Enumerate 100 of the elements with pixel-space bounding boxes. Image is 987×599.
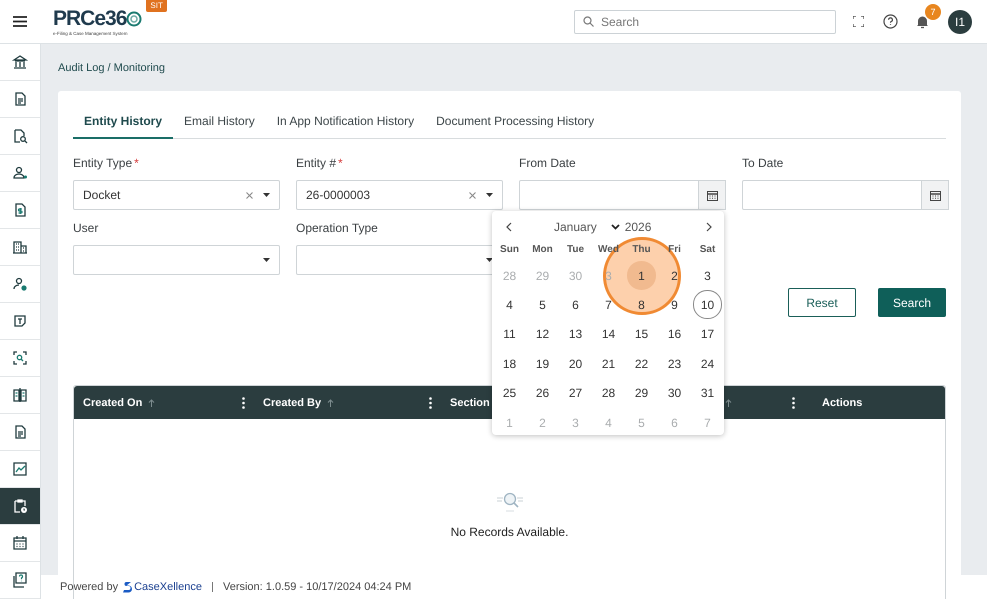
month-select[interactable]: January <box>554 220 597 234</box>
calendar-day[interactable]: 6 <box>559 290 592 320</box>
book-icon <box>12 387 28 403</box>
column-menu-icon[interactable] <box>792 396 795 408</box>
version-text: Version: 1.0.59 - 10/17/2024 04:24 PM <box>222 581 412 593</box>
search-icon <box>583 16 594 26</box>
powered-by-label: Powered by <box>60 581 118 593</box>
field-label: To Date <box>742 156 784 170</box>
menu-icon <box>13 16 27 27</box>
sort-arrow-icon[interactable] <box>725 398 732 406</box>
calendar-day[interactable]: 28 <box>592 378 625 408</box>
column-menu-icon[interactable] <box>242 396 245 408</box>
weekday-label: Mon <box>531 243 554 257</box>
help-icon <box>882 14 898 29</box>
calendar-day[interactable]: 31 <box>691 378 724 408</box>
chart-icon <box>12 461 28 477</box>
column-header[interactable]: Section <box>450 396 490 408</box>
date-input-field[interactable] <box>742 180 922 210</box>
weekday-label: Thu <box>631 243 652 257</box>
people-icon <box>12 165 28 181</box>
field-label: From Date <box>519 156 576 170</box>
calendar-day[interactable]: 25 <box>493 378 526 408</box>
calendar-day[interactable]: 30 <box>658 378 691 408</box>
calendar-day[interactable]: 12 <box>526 320 559 350</box>
search-field[interactable]: Search <box>574 10 836 34</box>
caret-icon <box>263 258 270 262</box>
clear-icon[interactable] <box>469 192 476 198</box>
calendar-day[interactable]: 10 <box>693 290 722 320</box>
document-search-icon <box>12 128 28 144</box>
bank-icon <box>12 54 28 70</box>
calendar-day[interactable]: 21 <box>592 349 625 379</box>
tab[interactable]: In App Notification History <box>266 105 426 139</box>
calendar-day[interactable]: 7 <box>592 290 625 320</box>
calendar-day[interactable]: 16 <box>658 320 691 350</box>
required-mark: * <box>134 156 139 170</box>
date-input-field[interactable] <box>519 180 699 210</box>
caret-icon <box>263 193 270 197</box>
logo-text: PRCe36 <box>53 6 126 30</box>
calendar-day[interactable]: 17 <box>691 320 724 350</box>
calendar-day[interactable]: 27 <box>559 378 592 408</box>
weekday-label: Sat <box>698 243 716 257</box>
calendar-day[interactable]: 3 <box>691 261 724 290</box>
calendar-button[interactable] <box>699 180 726 210</box>
calendar-day[interactable]: 5 <box>526 290 559 320</box>
chevron-right-icon <box>706 222 712 232</box>
calendar-day[interactable]: 24 <box>691 349 724 379</box>
environment-badge: SIT <box>146 0 167 12</box>
calendar-day[interactable]: 14 <box>592 320 625 350</box>
dropdown-field[interactable]: 26-0000003 <box>296 180 503 210</box>
tab[interactable]: Entity History <box>73 105 174 139</box>
field-label: Entity # <box>296 156 336 170</box>
calendar-day[interactable]: 23 <box>658 349 691 379</box>
tab[interactable]: Email History <box>173 105 266 139</box>
calendar-day[interactable]: 19 <box>526 349 559 379</box>
calendar-day[interactable]: 9 <box>658 290 691 320</box>
required-mark: * <box>338 156 343 170</box>
scan-search-icon <box>12 350 28 366</box>
field-label: User <box>73 221 98 235</box>
building-icon <box>12 239 28 255</box>
dropdown-field[interactable] <box>73 245 280 275</box>
calendar-day[interactable]: 2 <box>658 261 691 290</box>
calendar-day[interactable]: 15 <box>625 320 658 350</box>
column-header[interactable]: Created On <box>83 396 142 408</box>
weekday-label: Sun <box>499 243 520 257</box>
calendar-day[interactable]: 1 <box>627 261 656 290</box>
fullscreen-icon <box>852 16 864 27</box>
field-label: Operation Type <box>296 221 378 235</box>
clear-icon[interactable] <box>246 192 253 198</box>
column-header[interactable]: Actions <box>822 396 862 408</box>
calendar-day[interactable]: 18 <box>493 349 526 379</box>
calendar-day[interactable]: 11 <box>493 320 526 350</box>
notification-count-badge: 7 <box>925 4 941 20</box>
calendar-day[interactable]: 22 <box>625 349 658 379</box>
dropdown-field[interactable]: Docket <box>73 180 280 210</box>
sort-arrow-icon[interactable] <box>327 398 334 406</box>
user-avatar[interactable]: I1 <box>948 10 972 34</box>
sort-arrow-icon[interactable] <box>148 398 156 406</box>
calendar-day[interactable]: 29 <box>625 378 658 408</box>
column-menu-icon[interactable] <box>429 396 432 408</box>
weekday-label: Tue <box>566 243 586 257</box>
field-label: Entity Type <box>73 156 132 170</box>
calendar-day[interactable]: 13 <box>559 320 592 350</box>
search-button[interactable]: Search <box>878 288 946 317</box>
tab[interactable]: Document Processing History <box>425 105 606 139</box>
sidebar-item[interactable] <box>0 488 40 525</box>
help-document-icon <box>12 572 28 588</box>
empty-message: No Records Available. <box>450 525 568 539</box>
calendar-button[interactable] <box>922 180 949 210</box>
calendar-icon <box>706 190 718 200</box>
empty-search-icon <box>494 491 524 513</box>
calendar-day[interactable]: 8 <box>625 290 658 320</box>
brand-name: CaseXellence <box>134 581 202 593</box>
calendar-day[interactable]: 26 <box>526 378 559 408</box>
column-header[interactable]: Created By <box>263 396 322 408</box>
reset-button[interactable]: Reset <box>788 288 856 317</box>
brand-logo-icon <box>123 581 132 593</box>
calendar-day[interactable]: 20 <box>559 349 592 379</box>
year-select[interactable]: 2026 <box>624 220 652 234</box>
calendar-day[interactable]: 4 <box>493 290 526 320</box>
breadcrumb: Audit Log / Monitoring <box>58 60 166 76</box>
